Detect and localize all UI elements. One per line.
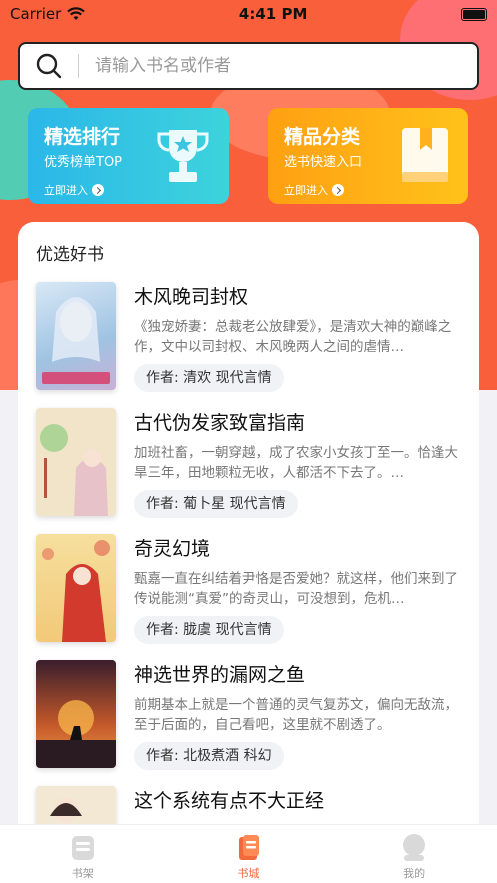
tab-profile[interactable]: 我的 [331,825,497,883]
cover-art [42,297,110,384]
tab-label: 我的 [403,867,426,880]
carrier-info: Carrier [10,5,86,23]
book-cover[interactable] [36,534,116,642]
bookshelf-icon [71,836,94,860]
trophy-icon [157,130,209,182]
battery-icon [460,7,487,21]
author-genre-tag: 作者: 北极煮酒 科幻 [134,742,284,770]
book-item[interactable]: 木风晚司封权 《独宠娇妻：总裁老公放肆爱》，是清欢大神的巅峰之作，文中以司封权、… [36,282,466,392]
book-item[interactable]: 古代伪发家致富指南 加班社畜，一朝穿越，成了农家小女孩丁至一。恰逢大旱三年，田地… [36,408,466,518]
book-description: 前期基本上就是一个普通的灵气复苏文，偏向无敌流，至于后面的，自己看吧，这里就不剧… [134,697,458,733]
tab-bookshelf[interactable]: 书架 [0,825,166,883]
arrow-right-icon [332,184,344,196]
status-bar: Carrier 4:41 PM [0,0,497,28]
book-cover[interactable] [36,660,116,768]
clock: 4:41 PM [238,5,308,23]
arrow-right-icon [92,184,104,196]
bookstore-icon [238,835,259,860]
book-title[interactable]: 这个系统有点不大正经 [134,786,324,813]
enter-link-label: 立即进入 [44,184,88,197]
book-title[interactable]: 奇灵幻境 [134,534,210,561]
author-genre-tag: 作者: 清欢 现代言情 [134,364,284,392]
tab-bookstore[interactable]: 书城 [166,825,332,883]
search-bar[interactable] [18,42,479,90]
wifi-icon [67,7,86,20]
tab-label: 书架 [71,867,94,880]
book-icon [402,128,448,182]
cover-art [40,424,108,516]
tab-bar: 书架 书城 我的 [0,824,497,883]
enter-link-label: 立即进入 [284,184,328,197]
book-description: 甄嘉一直在纠结着尹恪是否爱她？就这样，他们来到了传说能测“真爱”的奇灵山，可没想… [134,571,458,607]
tab-label: 书城 [237,867,260,880]
author-genre-tag: 作者: 胧虞 现代言情 [134,616,284,644]
book-cover[interactable] [36,282,116,390]
book-item[interactable]: 奇灵幻境 甄嘉一直在纠结着尹恪是否爱她？就这样，他们来到了传说能测“真爱”的奇灵… [36,534,466,644]
cover-art [36,700,116,768]
book-description: 《独宠娇妻：总裁老公放肆爱》，是清欢大神的巅峰之作，文中以司封权、木风晚两人之间… [134,319,452,355]
book-title[interactable]: 木风晚司封权 [134,282,248,309]
profile-icon [403,834,426,861]
author-genre-tag: 作者: 葡卜星 现代言情 [134,490,298,518]
section-title: 优选好书 [36,245,104,265]
promo-card-category[interactable]: 精品分类 选书快速入口 立即进入 [268,108,468,204]
promo-card-ranking[interactable]: 精选排行 优秀榜单TOP 立即进入 [28,108,229,204]
book-title[interactable]: 神选世界的漏网之鱼 [134,660,305,687]
book-item[interactable]: 神选世界的漏网之鱼 前期基本上就是一个普通的灵气复苏文，偏向无敌流，至于后面的，… [36,660,466,770]
search-input[interactable] [95,56,477,76]
cover-art [42,540,110,642]
book-cover[interactable] [36,408,116,516]
book-description: 加班社畜，一朝穿越，成了农家小女孩丁至一。恰逢大旱三年，田地颗粒无收，人都活不下… [134,445,458,481]
search-divider [78,54,79,78]
carrier-label: Carrier [10,5,62,23]
search-icon[interactable] [36,53,62,79]
book-title[interactable]: 古代伪发家致富指南 [134,408,305,435]
